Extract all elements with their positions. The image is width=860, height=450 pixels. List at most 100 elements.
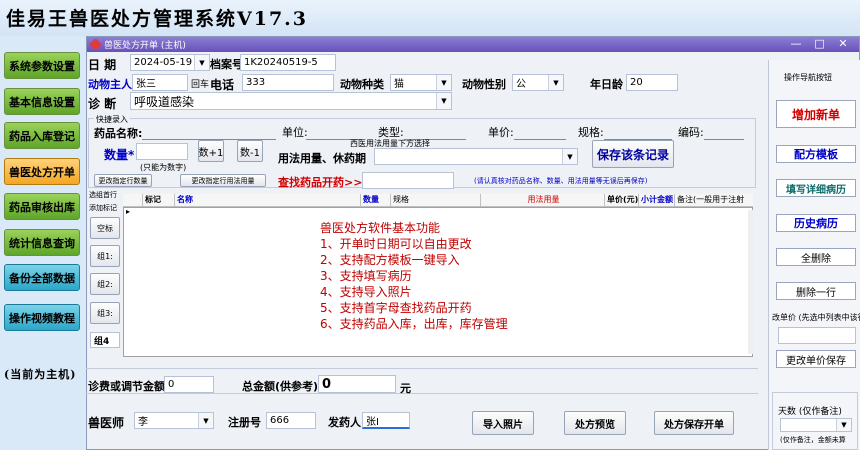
diagnosis-label: 诊 断 [88,97,117,111]
days-label: 天数 (仅作备注) [778,407,842,417]
close-button[interactable]: ✕ [833,37,853,50]
window-title: 兽医处方开单 (主机) [104,41,186,51]
dispenser-label: 发药人 [328,416,361,429]
vet-label: 兽医师 [88,416,125,430]
maximize-button[interactable]: □ [810,37,830,50]
host-status-note: (当前为主机) [4,368,77,381]
usage-select[interactable]: ▼ [374,148,578,165]
nav-group-label: 操作导航按钮 [784,73,832,82]
price-label: 单价: [488,126,514,139]
sidebar: 系统参数设置 基本信息设置 药品入库登记 兽医处方开单 药品审核出库 统计信息查… [0,36,86,450]
total-field[interactable]: 0 [318,375,396,393]
sex-label: 动物性别 [462,78,506,91]
days-note: (仅作备注，金额未算 [780,436,846,444]
age-field[interactable]: 20 [626,74,678,91]
date-label: 日 期 [88,58,117,72]
column-spec[interactable]: 规格 [391,194,481,206]
unit-label: 单位: [282,126,308,139]
vet-value: 李 [138,417,148,428]
import-photo-button[interactable]: 导入照片 [472,411,534,435]
unit-price-field[interactable] [778,327,856,344]
group4-value: 组4 [94,336,110,347]
spec-label: 规格: [578,126,604,139]
spec-field[interactable] [604,123,672,140]
file-no-field[interactable]: 1K20240519-5 [240,54,336,71]
quantity-plus-button[interactable]: 数+1 [198,140,224,162]
find-drug-field[interactable] [362,172,454,189]
app-title-bar: 佳易王兽医处方管理系统V17.3 [0,0,860,36]
blank-mark-button[interactable]: 空标 [90,217,120,239]
sex-select[interactable]: 公 ▼ [512,74,564,91]
feature-line: 3、支持填写病历 [320,269,412,283]
grid-corner [123,194,143,206]
sidebar-item-stock-in[interactable]: 药品入库登记 [4,122,80,149]
group2-button[interactable]: 组2: [90,273,120,295]
fill-history-button[interactable]: 填写详细病历 [776,179,856,197]
group4-select[interactable]: 组4 [90,332,120,348]
chevron-down-icon: ▼ [198,413,213,428]
code-field[interactable] [704,123,744,140]
drug-name-field[interactable] [142,123,276,140]
drug-name-label: 药品名称: [94,127,143,140]
delete-all-button[interactable]: 全删除 [776,248,856,266]
quick-entry-label: 快捷录入 [94,114,130,125]
column-usage[interactable]: 用法用量 [481,194,605,206]
save-price-button[interactable]: 更改单价保存 [776,350,856,368]
column-remark[interactable]: 备注(一般用于注射 [675,194,753,206]
column-name[interactable]: 名称 [175,194,361,206]
group3-button[interactable]: 组3: [90,302,120,324]
date-picker[interactable]: 2024-05-19 ▼ [130,54,210,71]
fee-field[interactable]: 0 [164,376,214,393]
column-unit-price[interactable]: 单价(元) [605,194,639,206]
owner-field[interactable]: 张三 [132,74,188,91]
template-button[interactable]: 配方模板 [776,145,856,163]
change-qty-button[interactable]: 更改指定行数量 [94,174,152,187]
column-mark[interactable]: 标记 [143,194,175,206]
dispenser-field[interactable]: 张I [362,412,410,429]
sidebar-item-system-settings[interactable]: 系统参数设置 [4,52,80,79]
quantity-field[interactable] [136,143,188,160]
delete-row-button[interactable]: 删除一行 [776,282,856,300]
quantity-minus-button[interactable]: 数-1 [237,140,263,162]
change-usage-button[interactable]: 更改指定行用法用量 [180,174,266,187]
file-no-label: 档案号 [210,58,243,71]
phone-field[interactable]: 333 [242,74,334,91]
column-quantity[interactable]: 数量 [361,194,391,206]
feature-line: 1、开单时日期可以自由更改 [320,237,472,251]
add-new-button[interactable]: 增加新单 [776,100,856,128]
diagnosis-select[interactable]: 呼吸道感染 ▼ [130,92,452,110]
group1-button[interactable]: 组1: [90,245,120,267]
price-change-note: 改单价 (先选中列表中该行 [772,313,860,322]
chevron-down-icon: ▼ [436,75,451,90]
history-button[interactable]: 历史病历 [776,214,856,232]
minimize-button[interactable]: — [786,37,806,50]
window-title-bar: 兽医处方开单 (主机) — □ ✕ [87,37,859,52]
feature-line: 2、支持配方模板一键导入 [320,253,460,267]
sidebar-item-audit-out[interactable]: 药品审核出库 [4,193,80,220]
usage-label: 用法用量、休药期 [278,152,366,165]
sidebar-item-backup[interactable]: 备份全部数据 [4,264,80,291]
sidebar-item-prescription[interactable]: 兽医处方开单 [4,158,80,185]
phone-label: 电话 [210,78,235,92]
currency-unit: 元 [400,382,411,395]
date-value: 2024-05-19 [134,57,193,68]
features-title: 兽医处方软件基本功能 [320,221,441,235]
vet-select[interactable]: 李 ▼ [134,412,214,429]
prescription-preview-button[interactable]: 处方预览 [564,411,626,435]
reg-no-field[interactable]: 666 [266,412,316,429]
grid-scrollbar[interactable] [748,210,753,354]
species-label: 动物种类 [340,78,384,91]
column-subtotal[interactable]: 小计金额 [639,194,675,206]
price-field[interactable] [514,123,566,140]
days-select[interactable]: ▼ [780,418,852,432]
save-record-button[interactable]: 保存该条记录 [592,140,674,168]
sidebar-item-video-tutorial[interactable]: 操作视频教程 [4,304,80,331]
row-pointer-icon: ▸ [126,207,131,216]
features-list: 兽医处方软件基本功能 1、开单时日期可以自由更改 2、支持配方模板一键导入 3、… [320,220,508,332]
find-drug-label: 查找药品开药>>> [278,176,372,189]
quantity-label: 数量* [104,148,135,162]
species-select[interactable]: 猫 ▼ [390,74,452,91]
save-open-button[interactable]: 处方保存开单 [654,411,734,435]
sidebar-item-statistics[interactable]: 统计信息查询 [4,229,80,256]
sidebar-item-basic-info[interactable]: 基本信息设置 [4,88,80,115]
